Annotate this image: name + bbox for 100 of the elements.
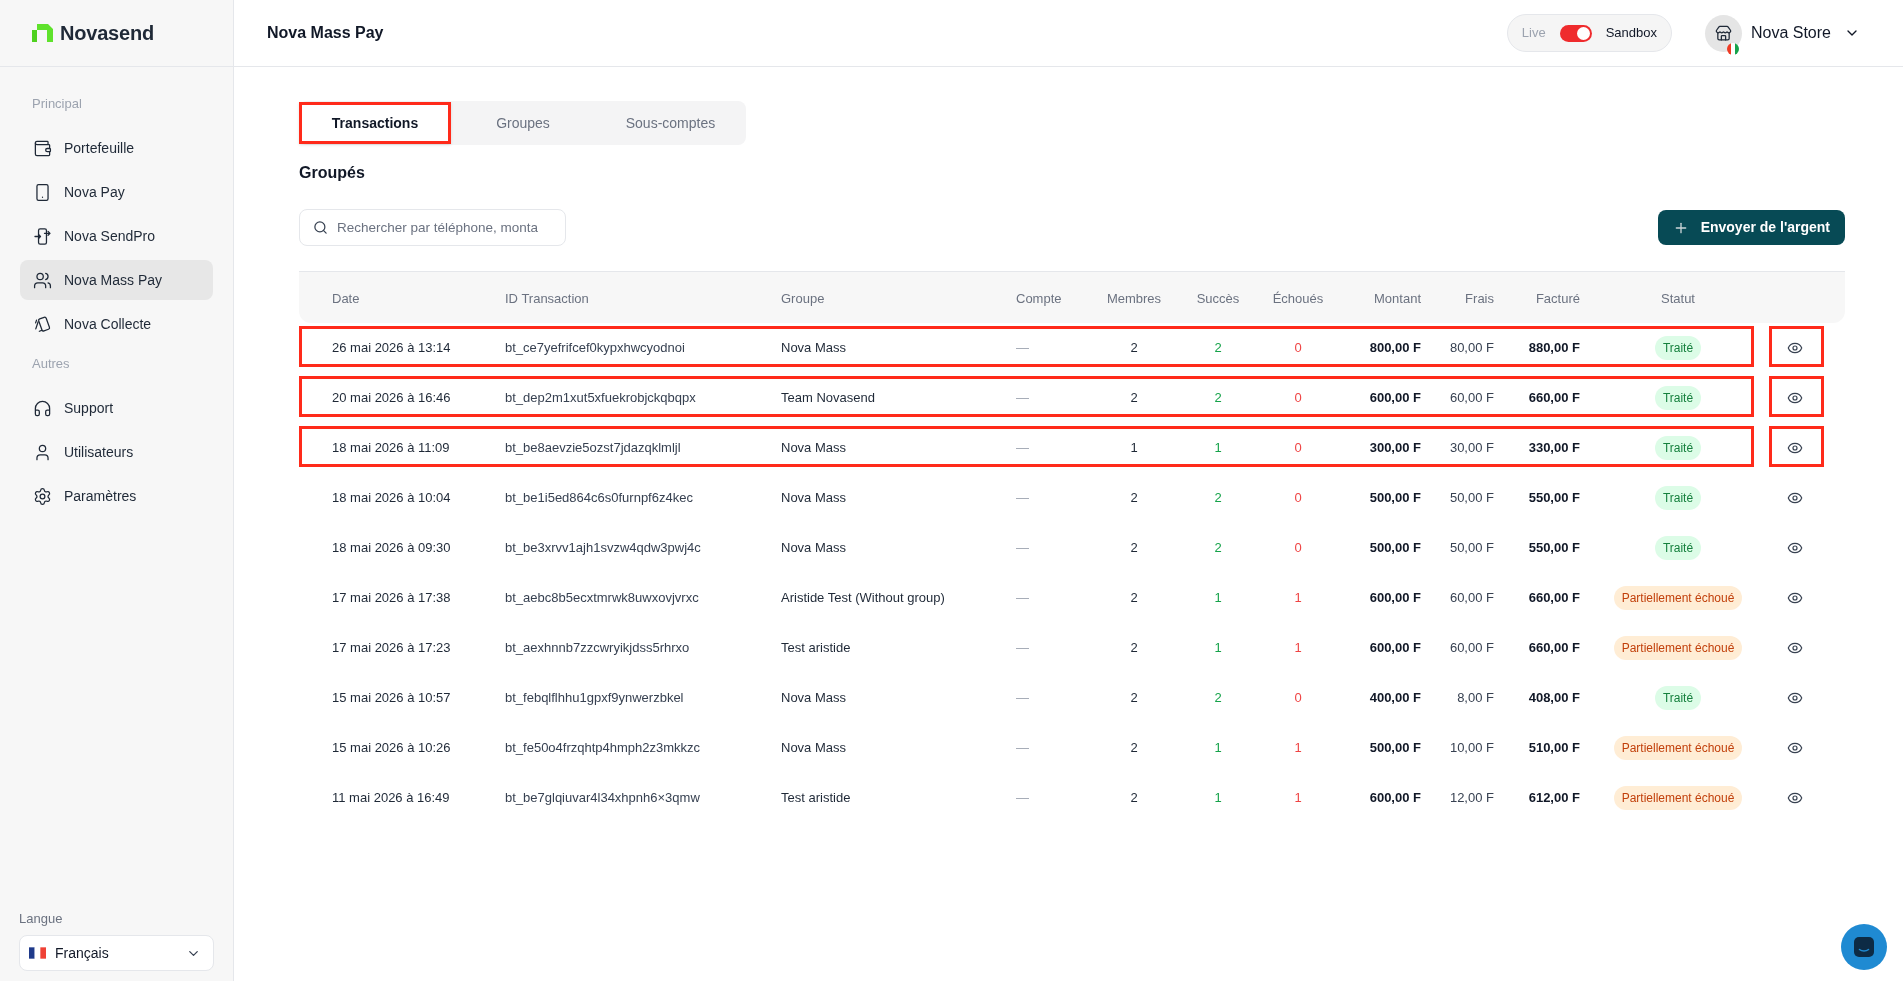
- column-header: Compte: [1016, 290, 1062, 306]
- table-cell: bt_be1i5ed864c6s0furnpf6z4kec: [505, 490, 693, 506]
- status-badge: Partiellement échoué: [1613, 636, 1743, 660]
- nav-item[interactable]: Nova Collecte: [20, 304, 213, 344]
- table-cell: 600,00 F: [1369, 590, 1421, 606]
- flag-icon: [1726, 42, 1739, 55]
- environment-switch[interactable]: [1559, 24, 1592, 42]
- table-cell: —: [1016, 590, 1029, 606]
- table-cell: —: [1016, 340, 1029, 356]
- live-label: Live: [1521, 24, 1546, 43]
- chat-icon: [1853, 936, 1875, 958]
- nav-item[interactable]: Paramètres: [20, 476, 213, 516]
- table-cell: Nova Mass: [781, 440, 847, 456]
- search-field[interactable]: Rechercher par téléphone, monta: [299, 209, 566, 246]
- table-cell: 2: [1214, 540, 1222, 556]
- table-cell: bt_be3xrvv1ajh1svzw4qdw3pwj4c: [505, 540, 701, 556]
- tab[interactable]: Transactions: [299, 102, 451, 144]
- column-header: Facturé: [1535, 290, 1580, 306]
- column-header: Succès: [1196, 290, 1240, 306]
- flag-icon: [29, 947, 46, 959]
- status-badge: Traité: [1654, 386, 1702, 410]
- table-cell: 300,00 F: [1369, 440, 1421, 456]
- language-label: Langue: [19, 910, 63, 928]
- send-money-button[interactable]: Envoyer de l'argent: [1657, 210, 1845, 245]
- table-cell: 1: [1214, 640, 1222, 656]
- nav-item[interactable]: Nova SendPro: [20, 216, 213, 256]
- table-cell: 330,00 F: [1528, 440, 1580, 456]
- table-cell: 0: [1294, 540, 1302, 556]
- table-cell: —: [1016, 440, 1029, 456]
- column-header: Statut: [1661, 290, 1695, 306]
- table-cell: 500,00 F: [1369, 540, 1421, 556]
- tab[interactable]: Sous-comptes: [595, 102, 746, 144]
- table-cell: 12,00 F: [1449, 790, 1494, 806]
- nav-item[interactable]: Utilisateurs: [20, 432, 213, 472]
- section-label: Autres: [31, 355, 71, 373]
- table-cell: 0: [1294, 490, 1302, 506]
- section-title: Groupés: [299, 163, 365, 183]
- status-badge: Partiellement échoué: [1613, 586, 1743, 610]
- nav-item[interactable]: Nova Mass Pay: [20, 260, 213, 300]
- table-cell: 600,00 F: [1369, 390, 1421, 406]
- section-label: Principal: [31, 95, 83, 113]
- table-cell: Nova Mass: [781, 690, 847, 706]
- table-cell: 18 mai 2026 à 10:04: [332, 490, 451, 506]
- table-cell: —: [1016, 790, 1029, 806]
- table-cell: 15 mai 2026 à 10:57: [332, 690, 451, 706]
- users-icon: [33, 270, 52, 290]
- eye-icon: [1787, 640, 1803, 656]
- table-cell: Test aristide: [781, 640, 851, 656]
- eye-icon: [1787, 440, 1803, 456]
- table-cell: 11 mai 2026 à 16:49: [332, 790, 450, 806]
- table-cell: —: [1016, 690, 1029, 706]
- tab[interactable]: Groupes: [451, 102, 595, 144]
- table-cell: 1: [1130, 440, 1138, 456]
- table-cell: 2: [1130, 640, 1138, 656]
- cards-icon: [33, 314, 52, 334]
- column-header: Membres: [1106, 290, 1162, 306]
- table-cell: 2: [1214, 340, 1222, 356]
- table-cell: 800,00 F: [1369, 340, 1421, 356]
- language-select[interactable]: Français: [19, 935, 214, 971]
- status-badge: Traité: [1654, 686, 1702, 710]
- eye-icon: [1787, 740, 1803, 756]
- table-cell: 510,00 F: [1528, 740, 1580, 756]
- table-cell: 500,00 F: [1369, 490, 1421, 506]
- eye-icon: [1787, 490, 1803, 506]
- table-cell: 10,00 F: [1449, 740, 1494, 756]
- table-cell: Nova Mass: [781, 740, 847, 756]
- brand-name: Novasend: [60, 21, 154, 46]
- table-cell: —: [1016, 640, 1029, 656]
- table-cell: Nova Mass: [781, 490, 847, 506]
- smartphone-icon: [33, 182, 52, 202]
- eye-icon: [1787, 390, 1803, 406]
- status-badge: Traité: [1654, 336, 1702, 360]
- nav-item[interactable]: Support: [20, 388, 213, 428]
- user-icon: [33, 442, 52, 462]
- table-cell: 612,00 F: [1528, 790, 1580, 806]
- headset-icon: [33, 398, 52, 418]
- table-cell: 2: [1214, 390, 1222, 406]
- table-cell: 60,00 F: [1449, 640, 1494, 656]
- table-cell: 1: [1214, 740, 1222, 756]
- table-cell: 1: [1214, 790, 1222, 806]
- table-cell: 2: [1130, 690, 1138, 706]
- table-cell: 500,00 F: [1369, 740, 1421, 756]
- table-cell: 17 mai 2026 à 17:38: [332, 590, 451, 606]
- column-header: Date: [332, 290, 360, 306]
- table-cell: 600,00 F: [1369, 640, 1421, 656]
- table-cell: 1: [1294, 640, 1302, 656]
- table-cell: Team Novasend: [781, 390, 875, 406]
- status-badge: Partiellement échoué: [1613, 786, 1743, 810]
- table-cell: 30,00 F: [1449, 440, 1494, 456]
- nav-item[interactable]: Nova Pay: [20, 172, 213, 212]
- table-cell: —: [1016, 490, 1029, 506]
- store-icon: [1704, 14, 1742, 52]
- table-cell: 2: [1130, 740, 1138, 756]
- table-cell: 550,00 F: [1528, 490, 1580, 506]
- table-cell: 20 mai 2026 à 16:46: [332, 390, 451, 406]
- table-cell: 1: [1294, 740, 1302, 756]
- account-menu[interactable]: Nova Store: [1704, 14, 1860, 52]
- nav-item[interactable]: Portefeuille: [20, 128, 213, 168]
- column-header: Groupe: [781, 290, 825, 306]
- table-cell: 408,00 F: [1528, 690, 1580, 706]
